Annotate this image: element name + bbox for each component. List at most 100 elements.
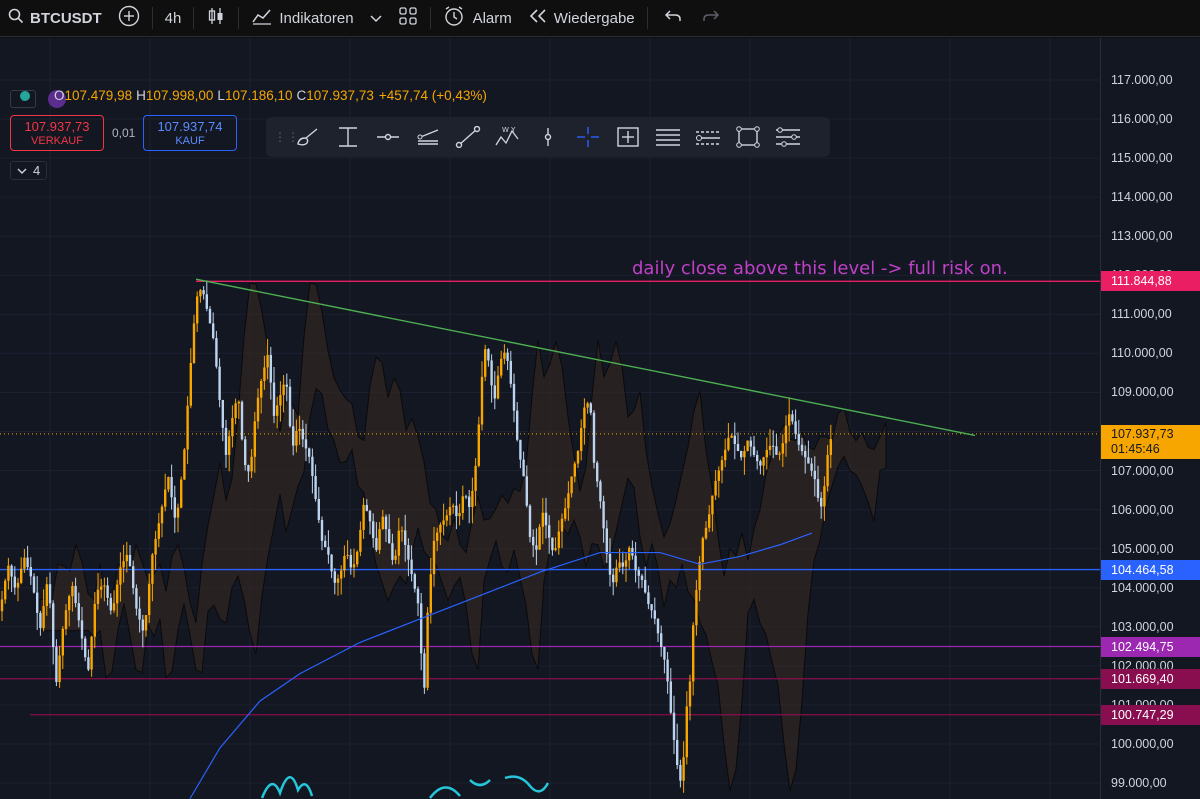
price-axis[interactable]: 117.000,00 116.000,00 115.000,00 114.000,00… (1100, 38, 1200, 799)
price-tick-label: 109.000,00 (1111, 385, 1174, 400)
alarm-clock-icon (443, 5, 465, 31)
trendline-tool-icon[interactable] (448, 117, 488, 157)
price-tick-label: 99.000,00 (1111, 776, 1167, 790)
level-price-label: 101.669,40 (1101, 668, 1200, 689)
candle-body (375, 537, 378, 550)
add-symbol-button[interactable] (110, 0, 148, 37)
ohlc-legend: O 107.479,98 H 107.998,00 L 107.186,10 C 107… (20, 88, 487, 103)
candle-body (720, 460, 724, 471)
chart-pane[interactable]: ▼ O107.479,98 H107.998,00 L107.186,10 C1… (0, 38, 1200, 799)
candle-body (263, 367, 266, 381)
replay-button[interactable]: Wiedergabe (520, 0, 643, 37)
candle-body (580, 428, 583, 452)
price-tick-label: 106.000,00 (1111, 502, 1174, 517)
candle-body (0, 599, 4, 612)
parallel-channel-tool-icon[interactable] (408, 117, 448, 157)
current-price-label: 107.937,73 01:45:46 (1101, 424, 1200, 459)
candle-body (362, 504, 365, 530)
fib-retracement-tool-icon[interactable] (648, 117, 688, 157)
price-tick-label: 113.000,00 (1111, 229, 1173, 244)
candle-body (71, 585, 74, 597)
candle-body (20, 568, 23, 583)
plus-circle-icon (118, 5, 140, 31)
level-price-label: 102.494,75 (1101, 636, 1200, 657)
candle-body (605, 528, 608, 554)
candle-body (788, 414, 791, 426)
long-position-tool-icon[interactable] (688, 117, 728, 157)
symbol-search[interactable]: BTCUSDT (0, 0, 110, 37)
candle-body (820, 497, 823, 507)
candle-body (778, 453, 781, 455)
candle-body (295, 430, 298, 446)
candle-body (77, 603, 80, 621)
crosshair-tool-icon[interactable] (568, 117, 608, 157)
price-label-tool-icon[interactable] (328, 117, 368, 157)
candle-body (794, 421, 797, 434)
candle-body (186, 405, 189, 450)
candle-body (39, 612, 42, 628)
settings-list-tool-icon[interactable] (768, 117, 808, 157)
candle-body (304, 439, 308, 449)
candle-body (285, 384, 288, 387)
candle-body (544, 512, 548, 526)
sell-button[interactable]: 107.937,73 VERKAUF (10, 115, 104, 151)
undo-button[interactable] (652, 0, 694, 37)
candle-body (128, 554, 132, 567)
candle-body (340, 570, 343, 579)
high-value: 107.998,00 (145, 88, 214, 103)
candle-body (628, 547, 631, 561)
vertical-line-tool-icon[interactable] (528, 117, 568, 157)
candle-body (599, 481, 602, 502)
candle-body (84, 638, 87, 658)
status-dot-icon (20, 90, 30, 101)
chart-annotation-text: daily close above this level -> full ris… (632, 258, 1008, 279)
indicators-label: Indikatoren (279, 9, 354, 27)
candle-body (724, 449, 727, 461)
interval-button[interactable]: 4h (157, 0, 190, 37)
candle-body (752, 446, 756, 455)
candle-body (112, 603, 116, 611)
horizontal-line-tool-icon[interactable] (368, 117, 408, 157)
replay-label: Wiedergabe (553, 9, 635, 27)
candle-body (256, 397, 260, 422)
candle-body (272, 382, 276, 416)
candle-body (292, 426, 295, 446)
candle-body (58, 655, 61, 683)
indicators-button[interactable]: Indikatoren (243, 0, 389, 37)
price-tick-label: 115.000,00 (1111, 151, 1173, 166)
candle-body (7, 565, 10, 581)
candle-body (490, 360, 493, 386)
brush-tool-icon[interactable] (288, 117, 328, 157)
drag-handle-icon[interactable]: ⋮⋮ (274, 130, 299, 144)
alarm-button[interactable]: Alarm (435, 0, 520, 37)
chevron-down-icon[interactable] (370, 10, 382, 27)
candle-body (52, 603, 55, 648)
indicator-count-toggle[interactable]: 4 (10, 161, 48, 180)
sell-label: VERKAUF (31, 135, 83, 147)
candle-body (80, 620, 84, 639)
candle-body (528, 505, 532, 537)
price-tick-label: 114.000,00 (1111, 190, 1173, 205)
candle-body (464, 496, 468, 498)
rectangle-tool-icon[interactable] (728, 117, 768, 157)
chevron-down-icon (17, 163, 27, 178)
candle-body (509, 360, 512, 384)
candle-body (260, 380, 263, 398)
redo-button[interactable] (694, 0, 728, 37)
xabcd-pattern-tool-icon[interactable]: W Y (488, 117, 528, 157)
candle-body (36, 592, 39, 613)
candle-body (420, 603, 423, 654)
redo-icon (702, 9, 720, 27)
candle-body (141, 619, 144, 631)
date-price-range-tool-icon[interactable] (608, 117, 648, 157)
buy-button[interactable]: 107.937,74 KAUF (143, 115, 237, 151)
candle-body (244, 439, 247, 466)
candle-body (276, 405, 279, 416)
candle-body (804, 451, 807, 458)
candle-body (151, 554, 154, 584)
candle-body (829, 439, 832, 455)
candle-body (800, 444, 804, 452)
layouts-button[interactable] (390, 0, 426, 37)
scribble-stroke (429, 775, 550, 799)
chart-type-button[interactable] (198, 0, 234, 37)
